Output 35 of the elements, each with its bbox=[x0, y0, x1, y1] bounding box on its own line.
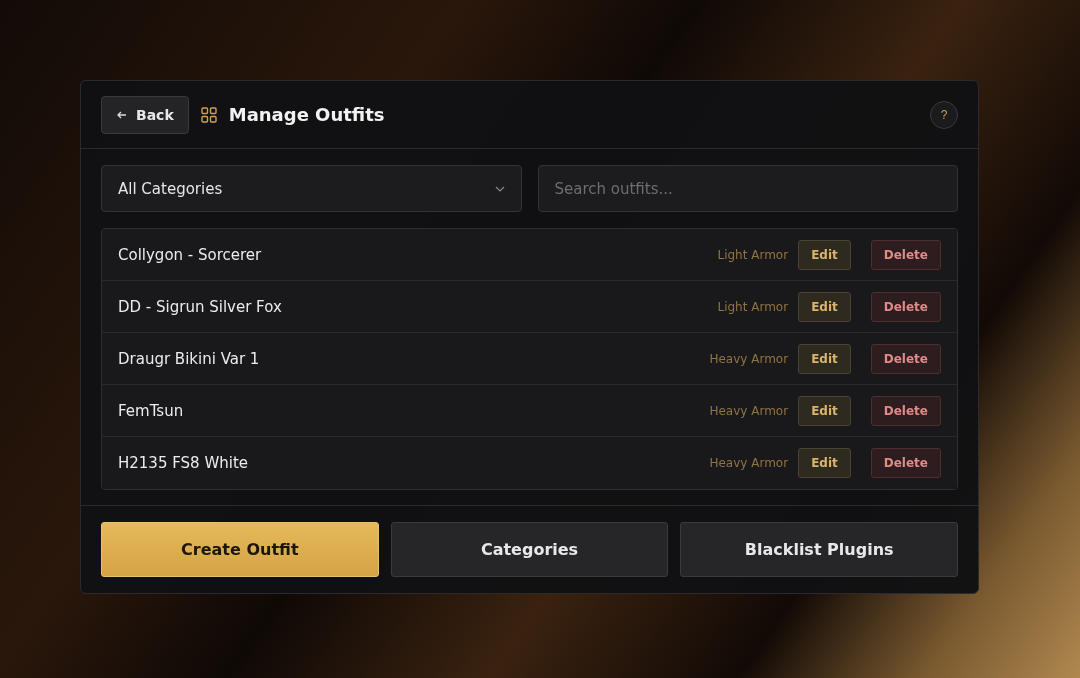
edit-button[interactable]: Edit bbox=[798, 291, 851, 322]
outfit-category: Light Armor bbox=[717, 247, 789, 262]
outfit-category: Heavy Armor bbox=[709, 456, 789, 470]
delete-button[interactable]: Delete bbox=[870, 343, 941, 374]
delete-button[interactable]: Delete bbox=[870, 395, 941, 426]
action-button[interactable]: Categories bbox=[390, 522, 669, 577]
outfit-row[interactable]: H2135 FS8 White Heavy Armor Edit Delete bbox=[102, 437, 957, 489]
edit-button[interactable]: Edit bbox=[798, 448, 851, 478]
chevron-down-icon bbox=[494, 185, 505, 192]
panel-title: Manage Outfits bbox=[228, 104, 385, 125]
outfit-row[interactable]: DD - Sigrun Silver Fox Light Armor Edit Delete bbox=[102, 281, 957, 333]
outfit-name: Collygon - Sorcerer bbox=[118, 245, 262, 264]
outfit-name: Draugr Bikini Var 1 bbox=[118, 349, 260, 368]
create-button[interactable]: Create Outfit bbox=[101, 522, 379, 577]
outfit-row[interactable]: FemTsun Heavy Armor Edit Delete bbox=[102, 385, 957, 437]
outfit-name: DD - Sigrun Silver Fox bbox=[118, 297, 282, 316]
outfit-category: Light Armor bbox=[717, 299, 789, 314]
grid-icon bbox=[200, 106, 217, 123]
edit-button[interactable]: Edit bbox=[798, 343, 851, 374]
outfit-row[interactable]: Collygon - Sorcerer Light Armor Edit Delete bbox=[102, 229, 957, 281]
delete-button[interactable]: Delete bbox=[870, 239, 941, 270]
outfit-category: Heavy Armor bbox=[709, 403, 789, 418]
outfit-name: H2135 FS8 White bbox=[118, 454, 249, 472]
edit-button[interactable]: Edit bbox=[798, 395, 851, 426]
back-button[interactable]: Back bbox=[101, 95, 189, 134]
outfit-name: FemTsun bbox=[118, 401, 184, 420]
delete-button[interactable]: Delete bbox=[870, 448, 941, 478]
outfit-category: Heavy Armor bbox=[709, 351, 789, 366]
help-button[interactable]: ? bbox=[930, 100, 958, 129]
edit-button[interactable]: Edit bbox=[798, 239, 851, 270]
outfit-row[interactable]: Draugr Bikini Var 1 Heavy Armor Edit Delete bbox=[102, 333, 957, 385]
category-dropdown[interactable]: All Categories bbox=[101, 165, 522, 212]
delete-button[interactable]: Delete bbox=[870, 291, 941, 322]
action-button[interactable]: Blacklist Plugins bbox=[680, 522, 958, 577]
search-field[interactable]: Search outfits... bbox=[537, 165, 958, 212]
